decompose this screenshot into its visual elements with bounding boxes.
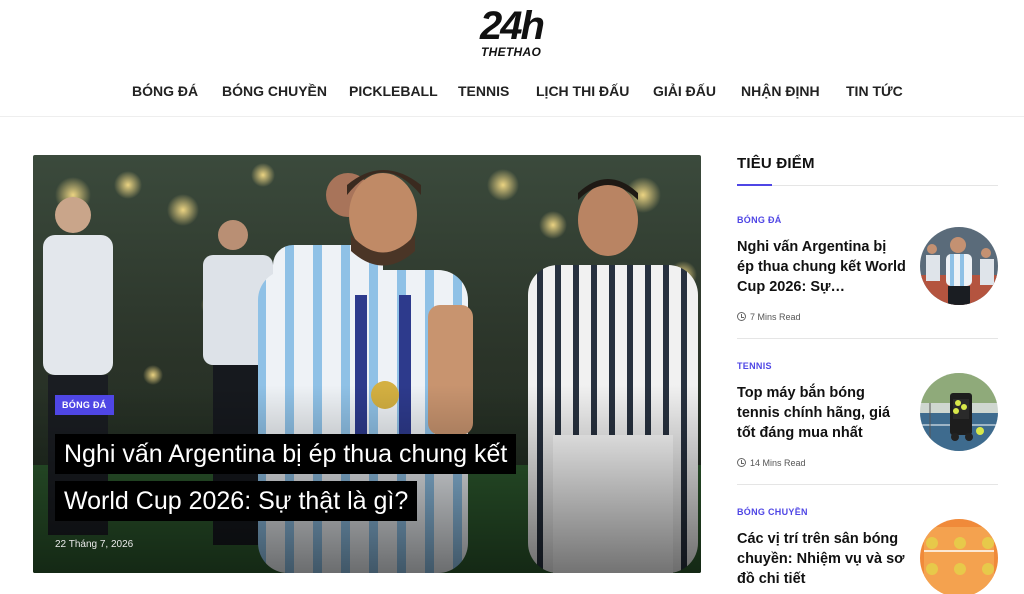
logo-number: 24h bbox=[480, 4, 545, 48]
read-time: 14 Mins Read bbox=[750, 458, 806, 468]
sidebar-divider bbox=[737, 185, 998, 186]
nav-item-tin-tuc[interactable]: TIN TỨC bbox=[846, 83, 903, 99]
sidebar-item-category[interactable]: BÓNG ĐÁ bbox=[737, 215, 782, 225]
sidebar-title: TIÊU ĐIỂM bbox=[737, 155, 815, 172]
nav-item-nhan-dinh[interactable]: NHẬN ĐỊNH bbox=[741, 83, 820, 99]
thumbnail-football-photo bbox=[920, 227, 998, 305]
hero-article[interactable]: BÓNG ĐÁ Nghi vấn Argentina bị ép thua ch… bbox=[33, 155, 701, 573]
sidebar-item-divider bbox=[737, 484, 998, 485]
main-nav: BÓNG ĐÁ BÓNG CHUYỀN PICKLEBALL TENNIS LỊ… bbox=[0, 83, 1024, 105]
sidebar-item-divider bbox=[737, 338, 998, 339]
thumbnail-volleyball-court-diagram bbox=[920, 519, 998, 594]
site-header: 24h THETHAO BÓNG ĐÁ BÓNG CHUYỀN PICKLEBA… bbox=[0, 0, 1024, 117]
hero-title[interactable]: Nghi vấn Argentina bị ép thua chung kết … bbox=[55, 431, 575, 525]
sidebar-item-title[interactable]: Nghi vấn Argentina bị ép thua chung kết … bbox=[737, 237, 907, 297]
sidebar-item-category[interactable]: TENNIS bbox=[737, 361, 772, 371]
nav-item-lich-thi-dau[interactable]: LỊCH THI ĐẤU bbox=[536, 83, 629, 99]
nav-item-bong-da[interactable]: BÓNG ĐÁ bbox=[132, 83, 198, 99]
sidebar-item-thumbnail[interactable] bbox=[920, 227, 998, 305]
read-time: 7 Mins Read bbox=[750, 312, 801, 322]
clock-icon bbox=[737, 458, 746, 467]
clock-icon bbox=[737, 312, 746, 321]
hero-category-badge[interactable]: BÓNG ĐÁ bbox=[55, 395, 114, 415]
nav-item-bong-chuyen[interactable]: BÓNG CHUYỀN bbox=[222, 83, 327, 99]
sidebar-item-thumbnail[interactable] bbox=[920, 519, 998, 594]
logo-subtitle: THETHAO bbox=[481, 45, 542, 59]
nav-item-pickleball[interactable]: PICKLEBALL bbox=[349, 83, 438, 99]
thumbnail-tennis-machine-photo bbox=[920, 373, 998, 451]
site-logo[interactable]: 24h THETHAO bbox=[478, 4, 550, 60]
nav-item-tennis[interactable]: TENNIS bbox=[458, 83, 509, 99]
sidebar-title-accent bbox=[737, 184, 772, 186]
sidebar-item-title[interactable]: Các vị trí trên sân bóng chuyền: Nhiệm v… bbox=[737, 529, 907, 589]
sidebar-item-category[interactable]: BÓNG CHUYỀN bbox=[737, 507, 808, 517]
hero-title-text[interactable]: Nghi vấn Argentina bị ép thua chung kết … bbox=[55, 434, 517, 521]
sidebar-item-thumbnail[interactable] bbox=[920, 373, 998, 451]
hero-date: 22 Tháng 7, 2026 bbox=[55, 539, 134, 550]
sidebar-item-meta: 14 Mins Read bbox=[737, 458, 806, 468]
sidebar-item-title[interactable]: Top máy bắn bóng tennis chính hãng, giá … bbox=[737, 383, 907, 443]
nav-item-giai-dau[interactable]: GIẢI ĐẤU bbox=[653, 83, 716, 99]
sidebar-item-meta: 7 Mins Read bbox=[737, 312, 801, 322]
